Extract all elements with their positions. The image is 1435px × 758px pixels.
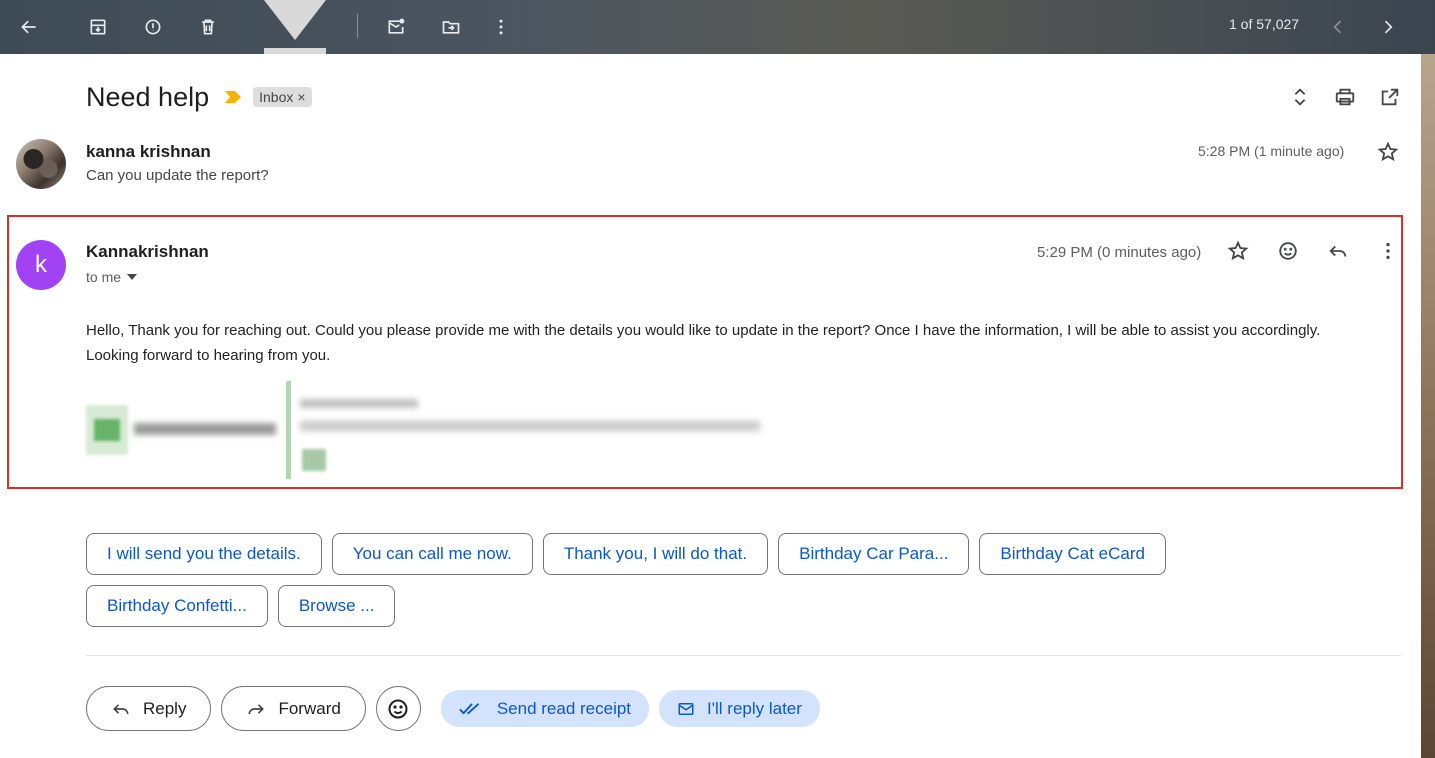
move-to-icon bbox=[442, 21, 460, 34]
reply-action-button[interactable]: Reply bbox=[86, 686, 212, 731]
reply-button[interactable] bbox=[1321, 234, 1355, 268]
ecard-chip[interactable]: Birthday Car Para... bbox=[778, 533, 970, 575]
emoji-icon bbox=[388, 699, 408, 718]
avatar[interactable]: k bbox=[16, 240, 66, 290]
forward-action-button[interactable]: Forward bbox=[221, 686, 366, 731]
smart-reply-chip[interactable]: You can call me now. bbox=[331, 533, 533, 575]
emoji-icon bbox=[1279, 242, 1297, 260]
actions-divider bbox=[86, 655, 1401, 656]
report-spam-button[interactable] bbox=[136, 10, 170, 44]
newer-button[interactable] bbox=[1321, 10, 1355, 44]
forward-label: Forward bbox=[278, 698, 341, 718]
recipient-label: to me bbox=[86, 269, 122, 285]
label-chip-inbox: Inbox × bbox=[253, 87, 312, 107]
reply-later-label: I'll reply later bbox=[707, 698, 802, 718]
mail-toolbar: 1 of 57,027 bbox=[0, 0, 1435, 54]
message-time: 5:28 PM (1 minute ago) bbox=[1198, 143, 1345, 159]
star-icon bbox=[1227, 240, 1249, 261]
reply-icon bbox=[113, 703, 129, 714]
message-snippet[interactable]: Can you update the report? bbox=[86, 167, 269, 184]
message-actions: Reply Forward Send read receipt I'll rep… bbox=[86, 686, 820, 731]
message-body: Hello, Thank you for reaching out. Could… bbox=[86, 322, 1321, 364]
more-vert-icon bbox=[1386, 242, 1390, 260]
ecard-chip[interactable]: Birthday Cat eCard bbox=[979, 533, 1166, 575]
caret-down-icon bbox=[127, 274, 138, 280]
older-button[interactable] bbox=[1371, 10, 1405, 44]
print-all-button[interactable] bbox=[1328, 80, 1362, 114]
subject-row: Need help Inbox × bbox=[86, 80, 312, 114]
importance-marker-icon[interactable] bbox=[223, 89, 243, 105]
send-read-receipt-label: Send read receipt bbox=[496, 698, 632, 718]
sender-name[interactable]: Kannakrishnan bbox=[86, 242, 209, 262]
expand-all-button[interactable] bbox=[1283, 80, 1317, 114]
signature-contact-line bbox=[300, 421, 760, 431]
back-button[interactable] bbox=[12, 10, 46, 44]
ecard-chip[interactable]: Birthday Confetti... bbox=[86, 585, 268, 627]
background-strip bbox=[1421, 54, 1435, 758]
smart-reply-chip[interactable]: Thank you, I will do that. bbox=[542, 533, 769, 575]
page-title: Need help bbox=[86, 81, 210, 112]
sender-name[interactable]: kanna krishnan bbox=[86, 142, 211, 162]
archive-button[interactable] bbox=[81, 10, 115, 44]
toolbar-divider bbox=[357, 14, 358, 38]
forward-icon bbox=[248, 703, 265, 714]
print-icon bbox=[1335, 88, 1355, 106]
download-arrow-icon bbox=[264, 0, 326, 54]
pager-count: 1 of 57,027 bbox=[1229, 16, 1300, 32]
signature-brand-text bbox=[134, 423, 276, 435]
browse-chip[interactable]: Browse ... bbox=[277, 585, 396, 627]
report-spam-icon bbox=[145, 19, 161, 35]
delete-button[interactable] bbox=[191, 10, 225, 44]
mark-unread-icon bbox=[388, 18, 405, 34]
label-chip-text: Inbox bbox=[259, 89, 294, 105]
email-signature bbox=[86, 379, 786, 489]
more-options-button[interactable] bbox=[484, 10, 518, 44]
reply-later-button[interactable]: I'll reply later bbox=[659, 690, 820, 727]
more-vert-icon bbox=[499, 19, 503, 35]
archive-icon bbox=[90, 19, 106, 35]
message-time: 5:29 PM (0 minutes ago) bbox=[1037, 244, 1202, 261]
add-reaction-button[interactable] bbox=[1271, 234, 1305, 268]
message-more-button[interactable] bbox=[1371, 234, 1405, 268]
signature-social-icon bbox=[302, 449, 326, 471]
star-icon bbox=[1377, 141, 1399, 162]
remove-label-button[interactable]: × bbox=[297, 89, 305, 105]
signature-logo bbox=[86, 405, 128, 455]
open-new-window-button[interactable] bbox=[1373, 80, 1407, 114]
chevron-right-icon bbox=[1384, 20, 1393, 34]
arrow-left-icon bbox=[21, 20, 36, 34]
signature-divider bbox=[286, 381, 291, 479]
mark-unread-button[interactable] bbox=[379, 10, 413, 44]
open-in-new-icon bbox=[1381, 88, 1399, 106]
unfold-icon bbox=[1294, 88, 1306, 106]
star-button[interactable] bbox=[1371, 135, 1405, 169]
avatar[interactable] bbox=[16, 139, 66, 189]
star-button[interactable] bbox=[1221, 234, 1255, 268]
message-pane: Need help Inbox × kanna krishnan Can you… bbox=[0, 54, 1421, 758]
send-read-receipt-button[interactable]: Send read receipt bbox=[440, 690, 650, 727]
reply-label: Reply bbox=[143, 698, 187, 718]
smart-replies: I will send you the details. You can cal… bbox=[86, 533, 1256, 627]
move-to-button[interactable] bbox=[434, 10, 468, 44]
mail-icon bbox=[678, 702, 694, 715]
signature-name-line bbox=[300, 399, 418, 408]
smart-reply-chip[interactable]: I will send you the details. bbox=[86, 533, 322, 575]
emoji-reaction-button[interactable] bbox=[375, 686, 421, 731]
double-check-icon bbox=[459, 703, 479, 715]
recipient-details-toggle[interactable]: to me bbox=[86, 269, 138, 285]
chevron-left-icon bbox=[1333, 20, 1342, 34]
trash-icon bbox=[202, 19, 214, 35]
reply-icon bbox=[1329, 245, 1347, 257]
